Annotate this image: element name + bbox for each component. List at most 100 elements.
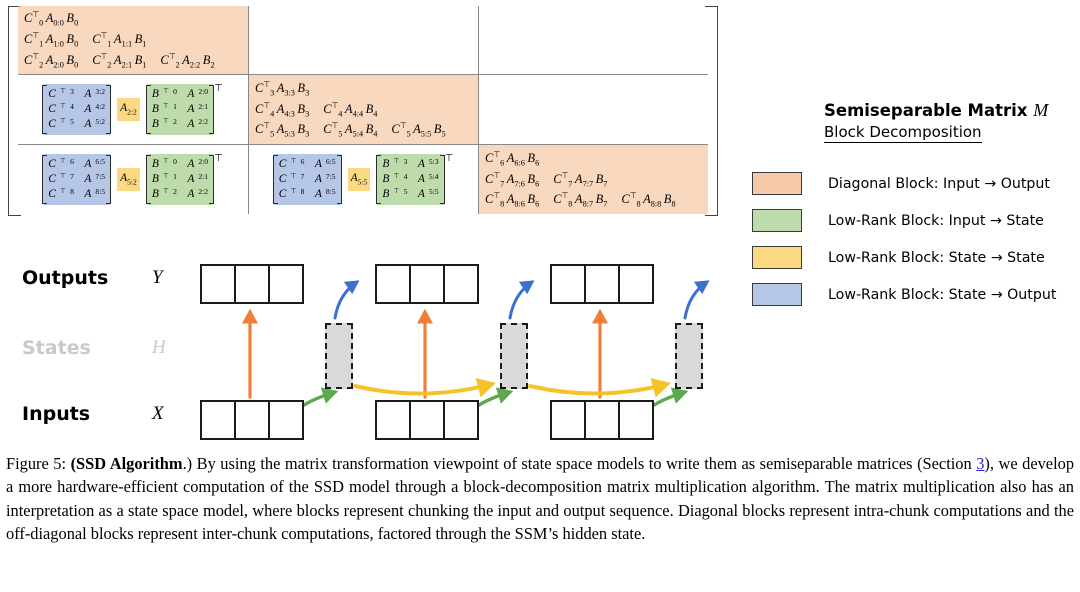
input-chunk-0 bbox=[200, 400, 304, 440]
matrix-entry: C⊤6 A6:6 B6 bbox=[485, 149, 540, 168]
input-to-state-factor: B ⊤ 0 A 2:0 B ⊤ 1 A 2:1 B ⊤ 2 A 2:2 bbox=[145, 83, 215, 136]
matrix-entry: C⊤4 A4:3 B3 bbox=[255, 100, 310, 119]
input-to-state-group: B ⊤ 0 A 2:0 B ⊤ 1 A 2:1 B ⊤ 2 A 2:2 ⊤ bbox=[145, 152, 223, 206]
chunk-cell bbox=[202, 266, 236, 302]
matrix-entry-row: C⊤2 A2:0 B0 C⊤2 A2:1 B1 C⊤2 A2:2 B2 bbox=[24, 52, 246, 71]
matrix-grid: C⊤0 A0:0 B0 C⊤1 A1:0 B0 C⊤1 A1:1 B1 C⊤2 A2:0 B0 C⊤2 A… bbox=[18, 6, 708, 214]
chunk-cell bbox=[270, 266, 302, 302]
legend-subtitle: Block Decomposition bbox=[824, 123, 982, 143]
input-to-state-factor: B ⊤ 0 A 2:0 B ⊤ 1 A 2:1 B ⊤ 2 A 2:2 bbox=[145, 153, 215, 206]
matrix-entry: C⊤8 A8:8 B8 bbox=[621, 191, 676, 210]
transpose-marker: ⊤ bbox=[214, 152, 223, 164]
matrix-entry: C⊤5 A5:3 B3 bbox=[255, 121, 310, 140]
legend-entry-label: Low-Rank Block: State → State bbox=[828, 249, 1045, 266]
matrix-entry: C⊤2 A2:0 B0 bbox=[24, 51, 79, 70]
chunk-cell bbox=[620, 402, 652, 438]
input-to-state-factor: B ⊤ 3 A 5:3 B ⊤ 4 A 5:4 B ⊤ 5 A 5:5 bbox=[376, 153, 445, 206]
output-chunk-1 bbox=[375, 264, 479, 304]
caption-figure-label: Figure 5: bbox=[6, 454, 67, 473]
matrix-entry: C⊤7 A7:6 B6 bbox=[485, 170, 540, 189]
lowrank-factorization: C ⊤ 6 A 6:5 C ⊤ 7 A 7:5 C ⊤ 8 A 8:5 A5:2 B ⊤ 0 A 2:0 B ⊤ 1 A 2:1 B… bbox=[18, 145, 248, 214]
matrix-lowrank-block: C ⊤ 6 A 6:5 C ⊤ 7 A 7:5 C ⊤ 8 A 8:5 A5:5 B ⊤ 3 A 5:3 B ⊤ 4 A 5:4 B… bbox=[248, 144, 478, 214]
chunk-cell bbox=[586, 402, 620, 438]
matrix-entry: C ⊤ 6 A 6:5 bbox=[48, 156, 106, 170]
legend-title: Semiseparable Matrix M bbox=[824, 100, 1074, 121]
legend-title-symbol: M bbox=[1033, 100, 1049, 120]
legend: Semiseparable Matrix M Block Decompositi… bbox=[752, 100, 1074, 313]
diagram-row-label-inputs: Inputs bbox=[22, 403, 91, 425]
legend-entry-label: Diagonal Block: Input → Output bbox=[828, 175, 1050, 192]
chunk-cell bbox=[411, 266, 445, 302]
state-to-output-factor: C ⊤ 6 A 6:5 C ⊤ 7 A 7:5 C ⊤ 8 A 8:5 bbox=[272, 153, 342, 206]
chunk-cell bbox=[586, 266, 620, 302]
matrix-entry: C⊤8 A8:7 B7 bbox=[553, 191, 608, 210]
legend-color-swatch bbox=[752, 172, 802, 195]
state-to-state-factor: A5:2 bbox=[117, 168, 140, 191]
legend-entries: Diagonal Block: Input → Output Low-Rank B… bbox=[752, 165, 1074, 313]
legend-entry-3: Low-Rank Block: State → Output bbox=[752, 276, 1074, 313]
matrix-entry: C⊤2 A2:2 B2 bbox=[160, 51, 215, 70]
chunk-cell bbox=[377, 402, 411, 438]
matrix-entry: C⊤7 A7:7 B7 bbox=[553, 170, 608, 189]
output-chunk-0 bbox=[200, 264, 304, 304]
legend-title-text: Semiseparable Matrix bbox=[824, 101, 1028, 120]
matrix-lowrank-block: C ⊤ 6 A 6:5 C ⊤ 7 A 7:5 C ⊤ 8 A 8:5 A5:2 B ⊤ 0 A 2:0 B ⊤ 1 A 2:1 B… bbox=[18, 144, 248, 214]
matrix-lowrank-block: C ⊤ 3 A 3:2 C ⊤ 4 A 4:2 C ⊤ 5 A 5:2 A2:2 B ⊤ 0 A 2:0 B ⊤ 1 A 2:1 B… bbox=[18, 74, 248, 144]
input-chunk-2 bbox=[550, 400, 654, 440]
legend-entry-2: Low-Rank Block: State → State bbox=[752, 239, 1074, 276]
matrix-entry: C⊤5 A5:4 B4 bbox=[323, 121, 378, 140]
state-to-output-arrow-0 bbox=[333, 280, 360, 320]
matrix-entry: B ⊤ 1 A 2:1 bbox=[151, 101, 209, 115]
matrix-entry-row: C⊤8 A8:6 B6 C⊤8 A8:7 B7 C⊤8 A8:8 B8 bbox=[485, 191, 706, 210]
matrix-entry-row: C⊤3 A3:3 B3 bbox=[255, 80, 476, 99]
legend-color-swatch bbox=[752, 209, 802, 232]
caption-part1: By using the matrix transformation viewp… bbox=[192, 454, 977, 473]
chunk-cell bbox=[445, 402, 477, 438]
matrix-entry: C ⊤ 3 A 3:2 bbox=[48, 86, 106, 100]
input-chunk-1 bbox=[375, 400, 479, 440]
state-to-state-factor: A2:2 bbox=[117, 98, 140, 121]
matrix-entry: B ⊤ 5 A 5:5 bbox=[382, 187, 439, 201]
diagram-row-label-outputs: Outputs bbox=[22, 267, 109, 289]
matrix-entry-row: C⊤6 A6:6 B6 bbox=[485, 150, 706, 169]
matrix-entry: B ⊤ 1 A 2:1 bbox=[151, 171, 209, 185]
matrix-entry: C ⊤ 7 A 7:5 bbox=[278, 171, 336, 185]
ssd-diagram: Outputs Y States H Inputs X bbox=[0, 250, 740, 440]
figure-caption: Figure 5: (SSD Algorithm.) By using the … bbox=[6, 452, 1074, 545]
chunk-cell bbox=[270, 402, 302, 438]
diagram-row-symbol-X: X bbox=[152, 403, 164, 424]
caption-bold-tail: .) bbox=[182, 454, 193, 473]
chunk-cell bbox=[202, 402, 236, 438]
matrix-entry-row: C⊤5 A5:3 B3 C⊤5 A5:4 B4 C⊤5 A5:5 B5 bbox=[255, 121, 476, 140]
legend-color-swatch bbox=[752, 283, 802, 306]
matrix-entry: C ⊤ 8 A 8:5 bbox=[48, 187, 106, 201]
lowrank-factorization: C ⊤ 3 A 3:2 C ⊤ 4 A 4:2 C ⊤ 5 A 5:2 A2:2 B ⊤ 0 A 2:0 B ⊤ 1 A 2:1 B… bbox=[18, 75, 248, 144]
matrix-entry: C⊤3 A3:3 B3 bbox=[255, 79, 310, 98]
matrix-entry: C⊤1 A1:1 B1 bbox=[92, 31, 147, 49]
matrix-entry: C⊤5 A5:5 B5 bbox=[391, 121, 446, 140]
matrix-entry: B ⊤ 4 A 5:4 bbox=[382, 171, 439, 185]
matrix-empty-block bbox=[248, 6, 478, 74]
state-to-state-factor: A5:5 bbox=[347, 168, 371, 191]
matrix-entry: C⊤4 A4:4 B4 bbox=[323, 100, 378, 119]
matrix-entry: B ⊤ 2 A 2:2 bbox=[151, 117, 209, 131]
diagonal-block-entries: C⊤3 A3:3 B3 C⊤4 A4:3 B3 C⊤4 A4:4 B4 C⊤5 A5:3 B3 C⊤5 A… bbox=[255, 78, 476, 142]
matrix-entry: C⊤2 A2:1 B1 bbox=[92, 51, 147, 70]
chunk-cell bbox=[445, 266, 477, 302]
figure-root: C⊤0 A0:0 B0 C⊤1 A1:0 B0 C⊤1 A1:1 B1 C⊤2 A2:0 B0 C⊤2 A… bbox=[0, 0, 1080, 592]
diagonal-block-entries: C⊤6 A6:6 B6 C⊤7 A7:6 B6 C⊤7 A7:7 B7 C⊤8 A8:6 B6 C⊤8 A… bbox=[485, 148, 706, 212]
matrix-entry: B ⊤ 0 A 2:0 bbox=[151, 86, 209, 100]
chunk-cell bbox=[552, 266, 586, 302]
matrix-entry: C⊤8 A8:6 B6 bbox=[485, 191, 540, 210]
matrix-empty-block bbox=[478, 6, 708, 74]
matrix-entry: C ⊤ 7 A 7:5 bbox=[48, 171, 106, 185]
chunk-cell bbox=[377, 266, 411, 302]
matrix-entry-row: C⊤0 A0:0 B0 bbox=[24, 10, 246, 29]
legend-color-swatch bbox=[752, 246, 802, 269]
semiseparable-matrix: C⊤0 A0:0 B0 C⊤1 A1:0 B0 C⊤1 A1:1 B1 C⊤2 A2:0 B0 C⊤2 A… bbox=[8, 6, 718, 216]
input-to-state-group: B ⊤ 0 A 2:0 B ⊤ 1 A 2:1 B ⊤ 2 A 2:2 ⊤ bbox=[145, 83, 223, 136]
lowrank-factorization: C ⊤ 6 A 6:5 C ⊤ 7 A 7:5 C ⊤ 8 A 8:5 A5:5 B ⊤ 3 A 5:3 B ⊤ 4 A 5:4 B… bbox=[249, 145, 478, 214]
chunk-cell bbox=[552, 402, 586, 438]
diagram-row-symbol-H: H bbox=[152, 337, 166, 358]
state-to-output-arrow-2 bbox=[683, 280, 710, 320]
